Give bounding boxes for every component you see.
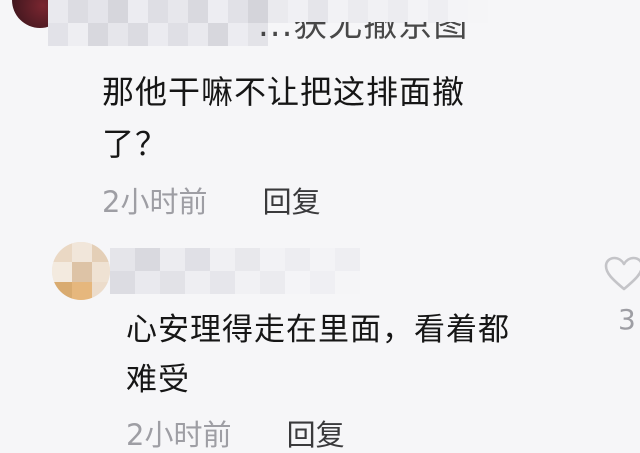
reply-button[interactable]: 回复 [287,418,345,452]
comment-text-line: 难受 [126,362,190,398]
heart-outline-icon[interactable] [604,256,640,292]
like-count: 3 [618,303,636,336]
username-mosaic [110,248,360,294]
comment-meta: 2小时前 回复 [102,185,321,219]
comment-list: ...获尤撤京图 那他干嘛不让把这排面撤 了？ 2小时前 回复 心安理得走在里面… [0,0,640,453]
comment-time: 2小时前 [126,418,232,452]
comment-text: 那他干嘛不让把这排面撤 了？ [102,66,542,170]
comment-text: 心安理得走在里面，看着都 难受 [126,305,576,405]
comment-meta: 2小时前 回复 [126,418,345,452]
username-partial[interactable]: ...获尤撤京图 [258,22,488,46]
comment-text-line: 心安理得走在里面，看着都 [126,312,510,348]
avatar[interactable] [52,242,110,300]
comment-text-line: 了？ [102,125,169,163]
reply-button[interactable]: 回复 [263,185,321,219]
comment-text-line: 那他干嘛不让把这排面撤 [102,73,466,111]
comment-time: 2小时前 [102,185,208,219]
